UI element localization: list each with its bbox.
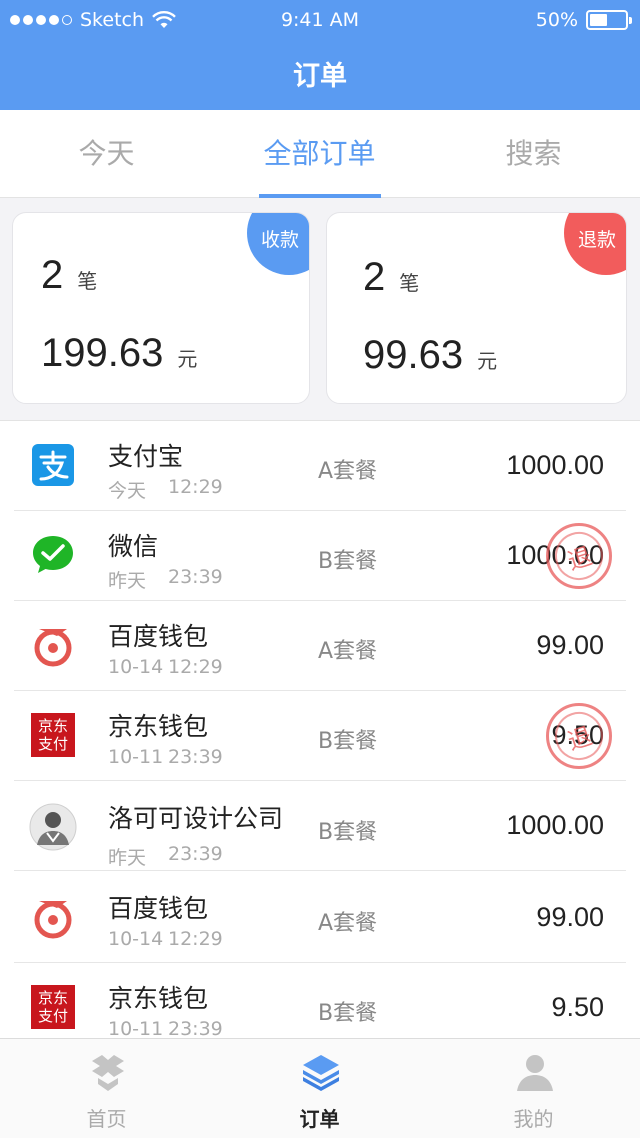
header: Sketch 9:41 AM 50% 订单 xyxy=(0,0,640,110)
order-row[interactable]: 京东 支付 京东钱包 10-11 23:39 B套餐 9.50 退 xyxy=(0,691,640,781)
refund-stamp-icon: 退 xyxy=(546,703,612,769)
jd-pay-icon: 京东 支付 xyxy=(31,985,75,1029)
battery-level xyxy=(590,14,607,26)
jd-pay-icon: 京东 支付 xyxy=(31,713,75,757)
refund-count: 2 笔 xyxy=(363,255,419,300)
tabbar-profile[interactable]: 我的 xyxy=(427,1039,640,1138)
refund-stamp-icon: 退 xyxy=(546,523,612,589)
order-date: 昨天 xyxy=(108,847,147,869)
income-amount: 199.63 元 xyxy=(41,331,197,376)
order-package: A套餐 xyxy=(318,911,378,936)
bottom-tab-bar: 首页 订单 我的 xyxy=(0,1038,640,1138)
jd-logo-text-top: 京东 xyxy=(37,989,68,1007)
order-amount: 99.00 xyxy=(536,902,604,932)
order-row[interactable]: 微信 昨天 23:39 B套餐 1000.00 退 xyxy=(0,511,640,601)
order-package: A套餐 xyxy=(318,459,378,484)
order-date: 今天 xyxy=(108,480,147,502)
tabbar-profile-label: 我的 xyxy=(513,1107,554,1131)
orders-screen: Sketch 9:41 AM 50% 订单 今天 全部订单 搜索 收款 2 笔 … xyxy=(0,0,640,1138)
income-count-unit: 笔 xyxy=(77,269,98,293)
order-date: 10-11 xyxy=(108,746,164,768)
refund-amount-value: 99.63 xyxy=(363,333,464,377)
tabbar-home[interactable]: 首页 xyxy=(0,1039,213,1138)
order-time: 23:39 xyxy=(168,566,223,588)
order-time: 23:39 xyxy=(168,746,223,768)
order-amount: 1000.00 xyxy=(506,810,604,840)
tab-all-orders[interactable]: 全部订单 xyxy=(213,110,426,198)
jd-logo-text-top: 京东 xyxy=(37,717,68,735)
segment-tabs: 今天 全部订单 搜索 xyxy=(0,110,640,198)
order-merchant-name: 支付宝 xyxy=(108,442,184,471)
order-merchant-name: 京东钱包 xyxy=(108,984,209,1013)
income-summary-card[interactable]: 收款 2 笔 199.63 元 xyxy=(12,212,310,404)
order-time: 12:29 xyxy=(168,656,223,678)
wechat-pay-icon xyxy=(31,533,75,577)
order-date: 10-14 xyxy=(108,928,164,950)
battery-percent: 50% xyxy=(535,9,578,31)
order-amount: 9.50 xyxy=(551,992,604,1022)
order-package: B套餐 xyxy=(318,1001,378,1026)
order-package: B套餐 xyxy=(318,729,378,754)
income-count-value: 2 xyxy=(41,253,64,297)
refund-count-unit: 笔 xyxy=(399,271,420,295)
order-time: 12:29 xyxy=(168,476,223,498)
jd-logo-text-bottom: 支付 xyxy=(37,735,68,753)
alipay-icon xyxy=(31,443,75,487)
avatar-icon xyxy=(29,803,77,851)
order-package: B套餐 xyxy=(318,549,378,574)
tab-search[interactable]: 搜索 xyxy=(427,110,640,198)
order-merchant-name: 百度钱包 xyxy=(108,622,209,651)
income-badge: 收款 xyxy=(247,213,309,275)
order-date: 昨天 xyxy=(108,570,147,592)
profile-icon xyxy=(517,1055,553,1091)
order-row[interactable]: 洛可可设计公司昨天 23:39 B套餐 1000.00 xyxy=(0,781,640,871)
row-divider xyxy=(14,870,626,871)
baidu-wallet-icon xyxy=(31,895,75,939)
order-package: A套餐 xyxy=(318,639,378,664)
order-row[interactable]: 京东 支付 京东钱包 10-11 23:39 B套餐 9.50 xyxy=(0,963,640,1038)
tab-today[interactable]: 今天 xyxy=(0,110,213,198)
order-time: 23:39 xyxy=(168,1018,223,1038)
status-right: 50% xyxy=(535,9,632,31)
order-merchant-name: 百度钱包 xyxy=(108,894,209,923)
order-row[interactable]: 百度钱包 10-14 12:29 A套餐 99.00 xyxy=(0,601,640,691)
order-merchant-name: 京东钱包 xyxy=(108,712,209,741)
jd-logo-text-bottom: 支付 xyxy=(37,1007,68,1025)
order-time: 12:29 xyxy=(168,928,223,950)
refund-amount: 99.63 元 xyxy=(363,333,497,378)
income-amount-unit: 元 xyxy=(177,347,198,371)
home-box-icon xyxy=(92,1055,124,1091)
order-date: 10-11 xyxy=(108,1018,164,1038)
income-amount-value: 199.63 xyxy=(41,331,164,375)
order-merchant-name: 洛可可设计公司 xyxy=(108,804,284,833)
order-amount: 99.00 xyxy=(536,630,604,660)
order-row[interactable]: 百度钱包 10-14 12:29 A套餐 99.00 xyxy=(0,873,640,963)
refund-summary-card[interactable]: 退款 2 笔 99.63 元 xyxy=(326,212,627,404)
status-bar: Sketch 9:41 AM 50% xyxy=(0,0,640,44)
order-list: 支付宝今天 12:29 A套餐 1000.00 微信昨天 23:39 B套餐 1000.00 退… xyxy=(0,420,640,1038)
battery-icon xyxy=(586,10,632,30)
order-time: 23:39 xyxy=(168,843,223,865)
tabbar-orders-label: 订单 xyxy=(299,1107,340,1131)
layers-icon xyxy=(303,1055,339,1091)
order-amount: 1000.00 xyxy=(506,450,604,480)
refund-stamp-text: 退 xyxy=(548,525,610,587)
refund-count-value: 2 xyxy=(363,255,386,299)
tabbar-home-label: 首页 xyxy=(86,1107,127,1131)
order-row[interactable]: 支付宝今天 12:29 A套餐 1000.00 xyxy=(0,421,640,511)
order-date: 10-14 xyxy=(108,656,164,678)
active-tab-indicator xyxy=(259,194,381,198)
tabbar-orders[interactable]: 订单 xyxy=(213,1039,426,1138)
income-count: 2 笔 xyxy=(41,253,97,298)
refund-stamp-text: 退 xyxy=(548,705,610,767)
page-title: 订单 xyxy=(293,61,347,92)
order-package: B套餐 xyxy=(318,820,378,845)
baidu-wallet-icon xyxy=(31,623,75,667)
refund-amount-unit: 元 xyxy=(477,349,498,373)
refund-badge: 退款 xyxy=(564,213,626,275)
order-merchant-name: 微信 xyxy=(108,532,159,561)
